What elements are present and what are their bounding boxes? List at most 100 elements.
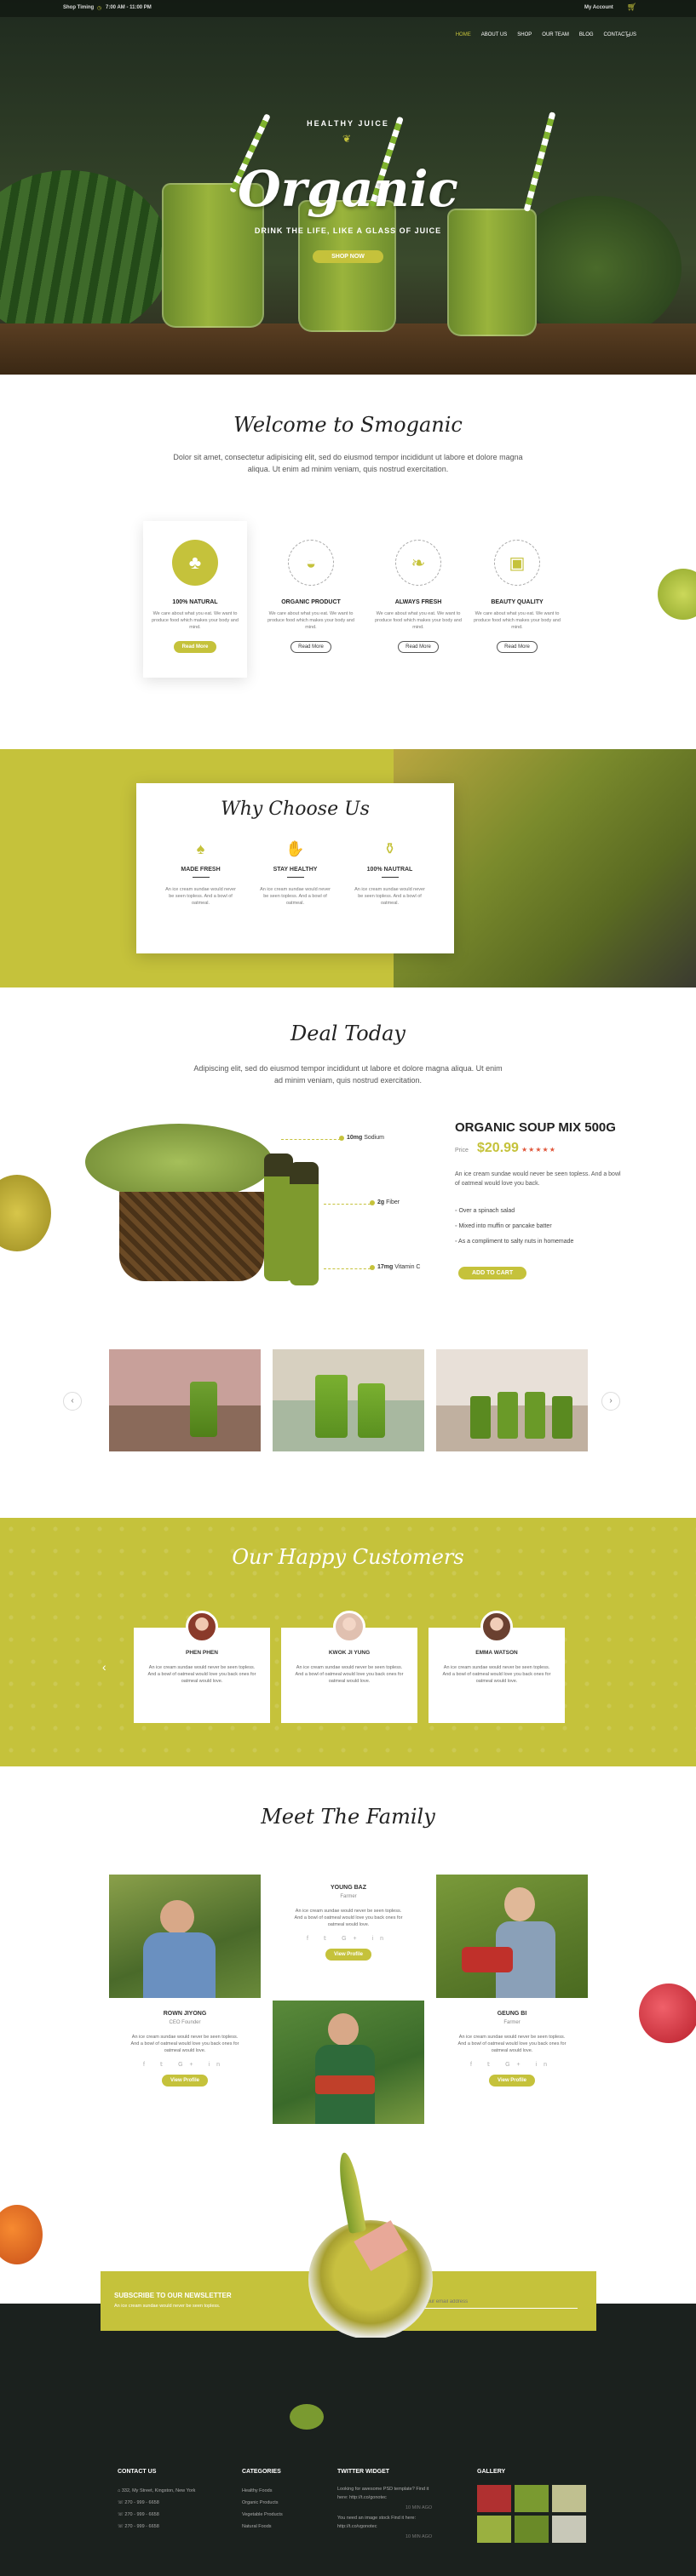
why-item-text: An ice cream sundae would never be seen … [354,887,425,906]
vegetables-image [85,1124,273,1200]
leaf-decoration [290,2404,324,2430]
apple-icon: ◒ [288,540,334,586]
hero-button-wrap: SHOP NOW [0,247,696,263]
feature-title: 100% NATURAL [172,599,218,605]
welcome-text: Dolor sit amet, consectetur adipisicing … [0,451,696,475]
price-label: Price [455,1148,469,1153]
gallery-thumb[interactable] [436,1349,588,1451]
gallery-image[interactable] [515,2485,549,2512]
prev-arrow-icon[interactable]: ‹ [63,1392,82,1411]
broccoli-decoration [658,569,696,620]
customer-quote: An ice cream sundae would never be seen … [442,1665,551,1684]
add-to-cart-button[interactable]: ADD TO CART [458,1267,527,1279]
bullet-item: ◦ Mixed into muffin or pancake batter [455,1223,552,1229]
jar-icon: ▣ [494,540,540,586]
deal-title: Deal Today [290,1022,406,1045]
gallery-image[interactable] [552,2516,586,2543]
feature-text: We care about what you eat. We want to p… [152,611,239,630]
leaf-icon: ❦ [342,133,352,145]
gallery-image[interactable] [515,2516,549,2543]
view-profile-button[interactable]: View Profile [325,1949,371,1961]
search-icon[interactable]: ⌕ [626,31,630,40]
gallery-image[interactable] [552,2485,586,2512]
juice-jar-center [298,200,396,332]
category-link[interactable]: Healthy Foods [242,2485,283,2497]
social-icons[interactable]: f 𝕥 G+ in [436,2061,588,2068]
nutrition-name: Fiber [386,1199,400,1205]
nav-contact[interactable]: CONTACT US [604,32,636,37]
juice-bottle [264,1153,293,1281]
member-bio: An ice cream sundae would never be seen … [130,2035,239,2053]
person-body [143,1932,216,1998]
broccoli-icon: ♣ [172,540,218,586]
gallery-image[interactable] [477,2485,511,2512]
gallery-thumb[interactable] [273,1349,424,1451]
footer-categories: CATEGORIES Healthy Foods Organic Product… [242,2469,283,2533]
why-item: ✋ STAY HEALTHY An ice cream sundae would… [257,840,334,907]
my-account-link[interactable]: My Account [584,5,613,10]
prev-arrow-icon[interactable]: ‹ [102,1660,106,1674]
nav-shop[interactable]: SHOP [517,32,532,37]
tweet-time: 10 MIN AGO [406,2534,433,2539]
member-name: ROWN JIYONG [163,2011,207,2017]
social-icons[interactable]: f 𝕥 G+ in [273,1935,424,1942]
product-title: ORGANIC SOUP MIX 500G [455,1120,616,1135]
label-dot [339,1136,344,1141]
label-dot [370,1200,375,1205]
feature-card-fresh[interactable]: ❧ ALWAYS FRESH We care about what you ea… [366,521,470,678]
read-more-button[interactable]: Read More [398,641,439,653]
feature-card-organic[interactable]: ◒ ORGANIC PRODUCT We care about what you… [259,521,363,678]
sprout-icon: ♠ [196,840,205,857]
read-more-button[interactable]: Read More [290,641,331,653]
team-card: YOUNG BAZ Farmer An ice cream sundae wou… [273,1875,424,1998]
feature-title: ORGANIC PRODUCT [281,599,341,605]
person-head [160,1900,194,1934]
gallery-image[interactable] [477,2516,511,2543]
shop-now-button[interactable]: SHOP NOW [313,250,383,263]
category-link[interactable]: Vegetable Products [242,2509,283,2521]
nav-home[interactable]: HOME [456,32,471,37]
product-price: $20.99 [477,1141,519,1155]
feature-text: We care about what you eat. We want to p… [474,611,561,630]
view-profile-button[interactable]: View Profile [489,2075,535,2087]
smoothie-image [308,2152,433,2338]
nutrition-name: Sodium [364,1135,384,1141]
leaf-garnish [335,2152,367,2235]
hero-title: Organic [238,160,458,218]
person-head [504,1887,535,1921]
nav-about[interactable]: ABOUT US [481,32,508,37]
label-line [281,1139,341,1140]
tweet-time: 10 MIN AGO [406,2505,433,2510]
member-role: Farmer [340,1894,357,1899]
lemon-decoration [0,1175,51,1251]
feature-title: ALWAYS FRESH [394,599,442,605]
read-more-button[interactable]: Read More [173,641,217,653]
why-item: ♠ MADE FRESH An ice cream sundae would n… [163,840,239,907]
feature-card-quality[interactable]: ▣ BEAUTY QUALITY We care about what you … [465,521,569,678]
footer-contact: CONTACT US ⌂ 332, My Street, Kingston, N… [118,2469,195,2533]
footer-heading: TWITTER WIDGET [337,2469,390,2475]
social-icons[interactable]: f 𝕥 G+ in [109,2061,261,2068]
divider [381,877,399,878]
why-item-text: An ice cream sundae would never be seen … [260,887,331,906]
read-more-button[interactable]: Read More [497,641,538,653]
feature-card-natural[interactable]: ♣ 100% NATURAL We care about what you ea… [143,521,247,678]
product-desc: An ice cream sundae would never be seen … [455,1170,621,1188]
juice-bottle [290,1162,319,1285]
gallery-thumb[interactable] [109,1349,261,1451]
nav-blog[interactable]: BLOG [579,32,594,37]
why-item-text: An ice cream sundae would never be seen … [165,887,236,906]
divider [286,877,304,878]
category-link[interactable]: Natural Foods [242,2521,283,2533]
newsletter-email-input[interactable] [424,2295,578,2309]
cart-icon[interactable]: 🛒︎ [627,3,636,12]
customers-title: Our Happy Customers [232,1545,464,1569]
bullet-item: ◦ Over a spinach salad [455,1208,515,1214]
view-profile-button[interactable]: View Profile [162,2075,208,2087]
nutrition-name: Vitamin C [394,1264,421,1270]
next-arrow-icon[interactable]: › [601,1392,620,1411]
category-link[interactable]: Organic Products [242,2497,283,2509]
tomato-decoration [639,1984,696,2043]
nav-team[interactable]: OUR TEAM [542,32,569,37]
top-bar: Shop Timing ◷ 7:00 AM - 11:00 PM My Acco… [0,0,696,17]
